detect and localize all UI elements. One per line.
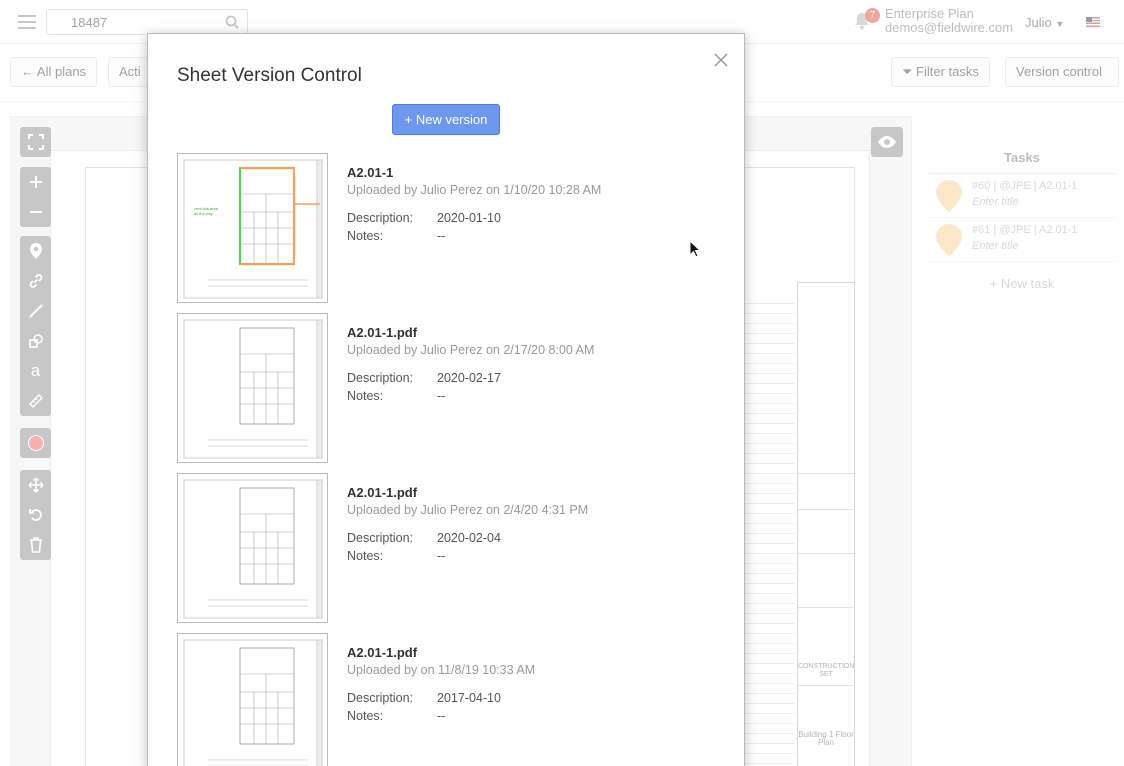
version-notes: -- [437,709,446,723]
version-notes: -- [437,389,446,403]
description-label: Description: [347,371,413,385]
modal-title: Sheet Version Control [177,65,362,86]
version-thumbnail[interactable]: vent this area all the way [177,153,328,303]
description-label: Description: [347,691,413,705]
version-uploaded: Uploaded by Julio Perez on 1/10/20 10:28… [347,183,602,197]
close-icon[interactable] [713,52,729,68]
notes-label: Notes: [347,549,384,563]
notes-label: Notes: [347,389,384,403]
version-description: 2017-04-10 [437,691,501,705]
new-version-button[interactable]: + New version [392,104,500,135]
version-uploaded: Uploaded by Julio Perez on 2/4/20 4:31 P… [347,503,589,517]
version-item: A2.01-1.pdf Uploaded by Julio Perez on 2… [177,473,717,625]
sheet-version-control-modal: Sheet Version Control + New version vent… [147,33,745,766]
version-name: A2.01-1.pdf [347,325,418,340]
version-notes: -- [437,229,446,243]
version-name: A2.01-1.pdf [347,485,418,500]
version-thumbnail[interactable] [177,633,328,766]
version-item: A2.01-1.pdf Uploaded by on 11/8/19 10:33… [177,633,717,766]
mouse-cursor-icon [689,240,701,258]
version-uploaded: Uploaded by on 11/8/19 10:33 AM [347,663,536,677]
version-description: 2020-02-17 [437,371,501,385]
version-item: A2.01-1.pdf Uploaded by Julio Perez on 2… [177,313,717,465]
version-thumbnail[interactable] [177,473,328,623]
notes-label: Notes: [347,229,384,243]
version-item: vent this area all the way A2.01-1 Uploa… [177,153,717,305]
version-name: A2.01-1.pdf [347,645,418,660]
version-description: 2020-02-04 [437,531,501,545]
version-description: 2020-01-10 [437,211,501,225]
svg-text:all the way: all the way [194,211,213,216]
version-uploaded: Uploaded by Julio Perez on 2/17/20 8:00 … [347,343,595,357]
description-label: Description: [347,531,413,545]
version-thumbnail[interactable] [177,313,328,463]
description-label: Description: [347,211,413,225]
notes-label: Notes: [347,709,384,723]
version-name: A2.01-1 [347,165,394,180]
version-notes: -- [437,549,446,563]
